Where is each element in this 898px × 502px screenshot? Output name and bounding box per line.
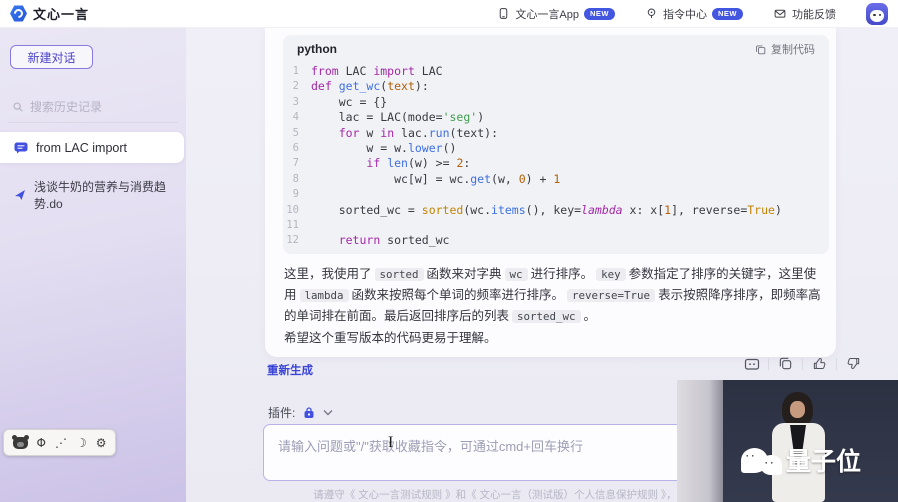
bear-snout <box>17 442 24 447</box>
thumbs-up-icon[interactable] <box>811 355 828 372</box>
nav-label: 指令中心 <box>663 6 707 22</box>
message-actions <box>743 355 862 372</box>
plugins-label: 插件: <box>268 404 295 421</box>
code-line: 2def get_wc(text): <box>283 79 829 94</box>
thumbs-down-icon[interactable] <box>845 355 862 372</box>
code-line: 7 if len(w) >= 2: <box>283 156 829 171</box>
assistant-message: python 复制代码 1from LAC import LAC2def get… <box>265 28 836 357</box>
new-chat-button[interactable]: 新建对话 <box>10 45 93 69</box>
inline-code: wc <box>505 268 528 281</box>
stage-wall <box>677 380 723 502</box>
gear-icon[interactable]: ⚙ <box>96 436 107 450</box>
sidebar-item-conversation[interactable]: from LAC import <box>0 132 184 163</box>
mail-icon <box>773 7 787 20</box>
copy-icon <box>755 44 766 55</box>
code-line: 9 <box>283 187 829 202</box>
code-line: 11 <box>283 218 829 233</box>
nav-feedback[interactable]: 功能反馈 <box>773 6 836 22</box>
plugin-bag-icon[interactable] <box>302 406 316 420</box>
speech-bubble-icon <box>760 455 782 475</box>
nav-label: 功能反馈 <box>792 6 836 22</box>
rocket-icon <box>14 189 26 201</box>
top-bar: 文心一言 文心一言App NEW 指令中心 NEW 功能 <box>0 0 898 28</box>
chevron-down-icon[interactable] <box>323 409 333 416</box>
code-line: 8 wc[w] = wc.get(w, 0) + 1 <box>283 172 829 187</box>
code-line: 12 return sorted_wc <box>283 233 829 248</box>
app-window: 文心一言 文心一言App NEW 指令中心 NEW 功能 <box>0 0 898 502</box>
conversation-label: from LAC import <box>36 141 127 155</box>
inline-code: lambda <box>300 289 349 302</box>
speaker-face <box>790 401 805 418</box>
bear-icon[interactable] <box>13 437 28 449</box>
nav-app-link[interactable]: 文心一言App NEW <box>497 6 615 22</box>
explanation-paragraph: 这里，我使用了sorted函数来对字典wc进行排序。key参数指定了排序的关键字… <box>284 264 824 327</box>
user-avatar[interactable] <box>866 3 888 25</box>
bulb-icon <box>645 7 658 20</box>
robot-face-icon <box>870 10 884 22</box>
search-placeholder: 搜索历史记录 <box>30 98 102 115</box>
copy-code-button[interactable]: 复制代码 <box>755 41 815 57</box>
app-title: 文心一言 <box>33 4 89 23</box>
code-language-label: python <box>297 42 337 56</box>
moon-icon[interactable]: ☽ <box>76 436 87 450</box>
inline-code: sorted <box>375 268 424 281</box>
closing-paragraph: 希望这个重写版本的代码更易于理解。 <box>284 328 824 349</box>
inline-code: reverse=True <box>567 289 655 302</box>
chat-bubble-icon <box>14 142 28 154</box>
phone-icon <box>497 7 510 20</box>
search-icon <box>12 101 24 113</box>
new-badge: NEW <box>712 8 743 20</box>
floating-toolbar: Φ ⋰ ☽ ⚙ <box>3 429 116 456</box>
watermark-text: 量子位 <box>786 442 861 478</box>
nav-command-center[interactable]: 指令中心 NEW <box>645 6 743 22</box>
code-line: 1from LAC import LAC <box>283 64 829 79</box>
conversation-label: 浅谈牛奶的营养与消费趋势.do <box>34 178 186 212</box>
plugin-row: 插件: <box>268 404 333 421</box>
top-nav: 文心一言App NEW 指令中心 NEW 功能反馈 <box>497 3 888 25</box>
search-history[interactable]: 搜索历史记录 <box>12 98 102 115</box>
code-line: 5 for w in lac.run(text): <box>283 126 829 141</box>
code-line: 3 wc = {} <box>283 95 829 110</box>
new-badge: NEW <box>584 8 615 20</box>
inline-code: sorted_wc <box>512 310 581 323</box>
copy-icon[interactable] <box>777 355 794 372</box>
inline-code: key <box>596 268 626 281</box>
watermark: 量子位 <box>741 442 861 478</box>
sidebar-item-conversation[interactable]: 浅谈牛奶的营养与消费趋势.do <box>14 178 186 212</box>
divider <box>836 358 837 370</box>
code-block: python 复制代码 1from LAC import LAC2def get… <box>283 35 829 254</box>
video-overlay: 量子位 <box>677 380 898 502</box>
dots-icon[interactable]: ⋰ <box>55 436 67 450</box>
nav-label: 文心一言App <box>515 6 579 22</box>
copy-code-label: 复制代码 <box>771 41 815 57</box>
divider <box>802 358 803 370</box>
regenerate-button[interactable]: 重新生成 <box>267 362 313 378</box>
app-logo: 文心一言 <box>10 4 89 23</box>
code-block-header: python 复制代码 <box>283 35 829 60</box>
divider <box>8 122 178 123</box>
code-line: 10 sorted_wc = sorted(wc.items(), key=la… <box>283 203 829 218</box>
export-image-icon[interactable] <box>743 355 760 372</box>
lang-icon[interactable]: Φ <box>37 436 46 450</box>
code-line: 6 w = w.lower() <box>283 141 829 156</box>
code-lines: 1from LAC import LAC2def get_wc(text):3 … <box>283 60 829 254</box>
divider <box>768 358 769 370</box>
code-line: 4 lac = LAC(mode='seg') <box>283 110 829 125</box>
logo-icon <box>10 5 27 22</box>
